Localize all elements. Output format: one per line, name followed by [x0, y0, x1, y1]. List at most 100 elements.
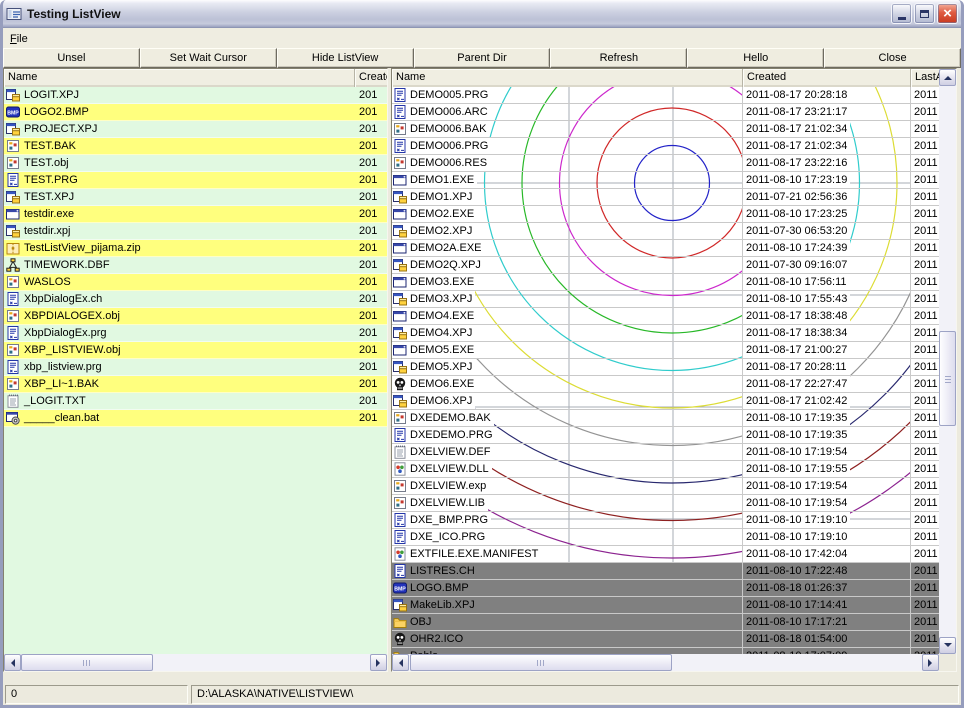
list-item[interactable]: DEMO006.ARC2011-08-17 23:21:172011 — [392, 104, 939, 121]
xpj-icon — [393, 224, 407, 238]
menu-file[interactable]: File — [3, 30, 35, 47]
close-listview-button[interactable]: Close — [824, 48, 961, 68]
file-created: 2011-08-10 17:22:48 — [743, 563, 850, 579]
left-horizontal-scrollbar[interactable] — [4, 654, 387, 671]
list-item[interactable]: DEMO1.EXE2011-08-10 17:23:192011 — [392, 172, 939, 189]
list-item[interactable]: _LOGIT.TXT201 — [4, 393, 387, 410]
list-item[interactable]: LOGIT.XPJ201 — [4, 87, 387, 104]
list-item[interactable]: TEST.obj201 — [4, 155, 387, 172]
list-item[interactable]: TIMEWORK.DBF201 — [4, 257, 387, 274]
list-item[interactable]: DXEDEMO.PRG2011-08-10 17:19:352011 — [392, 427, 939, 444]
list-item[interactable]: DEMO4.XPJ2011-08-17 18:38:342011 — [392, 325, 939, 342]
file-name: DEMO1.EXE — [407, 174, 474, 186]
list-item[interactable]: DXE_ICO.PRG2011-08-10 17:19:102011 — [392, 529, 939, 546]
list-item[interactable]: DEMO6.EXE2011-08-17 22:27:472011 — [392, 376, 939, 393]
list-item[interactable]: MakeLib.XPJ2011-08-10 17:14:412011 — [392, 597, 939, 614]
name-cell: DEMO3.EXE — [392, 274, 743, 290]
list-item[interactable]: _____clean.bat201 — [4, 410, 387, 427]
list-item[interactable]: BMPLOGO2.BMP201 — [4, 104, 387, 121]
exe-icon — [393, 309, 407, 323]
list-item[interactable]: LISTRES.CH2011-08-10 17:22:482011 — [392, 563, 939, 580]
list-item[interactable]: DXELVIEW.exp2011-08-10 17:19:542011 — [392, 478, 939, 495]
list-item[interactable]: DEMO2A.EXE2011-08-10 17:24:392011 — [392, 240, 939, 257]
file-last-access: 2011 — [911, 648, 939, 654]
list-item[interactable]: TEST.BAK201 — [4, 138, 387, 155]
close-button[interactable]: × — [937, 3, 958, 24]
file-name: DEMO5.XPJ — [407, 361, 472, 373]
scroll-left-button[interactable] — [4, 654, 21, 671]
column-header-created[interactable]: Created — [355, 69, 387, 87]
list-item[interactable]: EXTFILE.EXE.MANIFEST2011-08-10 17:42:042… — [392, 546, 939, 563]
xpj-icon — [393, 258, 407, 272]
list-item[interactable]: DEMO6.XPJ2011-08-17 21:02:422011 — [392, 393, 939, 410]
list-item[interactable]: DEMO1.XPJ2011-07-21 02:56:362011 — [392, 189, 939, 206]
name-cell-box: DXELVIEW.DEF — [392, 444, 493, 460]
list-item[interactable]: PROJECT.XPJ201 — [4, 121, 387, 138]
file-created: 201 — [355, 157, 377, 169]
file-name: LOGIT.XPJ — [20, 89, 355, 101]
scrollbar-thumb[interactable] — [939, 331, 956, 426]
scroll-right-button[interactable] — [922, 654, 939, 671]
list-item[interactable]: DEMO006.PRG2011-08-17 21:02:342011 — [392, 138, 939, 155]
set-wait-cursor-button[interactable]: Set Wait Cursor — [140, 48, 277, 68]
list-item[interactable]: OHR2.ICO2011-08-18 01:54:002011 — [392, 631, 939, 648]
scrollbar-thumb[interactable] — [21, 654, 153, 671]
list-item[interactable]: XbpDialogEx.ch201 — [4, 291, 387, 308]
list-item[interactable]: DEMO005.PRG2011-08-17 20:28:182011 — [392, 87, 939, 104]
list-item[interactable]: XbpDialogEx.prg201 — [4, 325, 387, 342]
refresh-button[interactable]: Refresh — [550, 48, 687, 68]
list-item[interactable]: TEST.XPJ201 — [4, 189, 387, 206]
list-item[interactable]: DXELVIEW.LIB2011-08-10 17:19:542011 — [392, 495, 939, 512]
list-item[interactable]: DXELVIEW.DLL2011-08-10 17:19:552011 — [392, 461, 939, 478]
list-item[interactable]: DXEDEMO.BAK2011-08-10 17:19:352011 — [392, 410, 939, 427]
list-item[interactable]: DEMO4.EXE2011-08-17 18:38:482011 — [392, 308, 939, 325]
list-item[interactable]: testdir.xpj201 — [4, 223, 387, 240]
list-item[interactable]: XBP_LI~1.BAK201 — [4, 376, 387, 393]
list-item[interactable]: DEMO2Q.XPJ2011-07-30 09:16:072011 — [392, 257, 939, 274]
unsel-button[interactable]: Unsel — [3, 48, 140, 68]
list-item[interactable]: DEMO3.EXE2011-08-10 17:56:112011 — [392, 274, 939, 291]
list-item[interactable]: DXE_BMP.PRG2011-08-10 17:19:102011 — [392, 512, 939, 529]
hide-listview-button[interactable]: Hide ListView — [277, 48, 414, 68]
scrollbar-thumb[interactable] — [410, 654, 672, 671]
file-last-access: 2011 — [911, 121, 939, 137]
list-item[interactable]: DXELVIEW.DEF2011-08-10 17:19:542011 — [392, 444, 939, 461]
column-header-name[interactable]: Name — [392, 69, 743, 87]
minimize-button[interactable] — [891, 3, 912, 24]
column-header-name[interactable]: Name — [4, 69, 355, 87]
right-vertical-scrollbar[interactable] — [939, 69, 956, 654]
name-cell-box: DEMO2A.EXE — [392, 240, 485, 256]
list-item[interactable]: BMPLOGO.BMP2011-08-18 01:26:372011 — [392, 580, 939, 597]
titlebar[interactable]: Testing ListView × — [0, 0, 964, 28]
scroll-left-button[interactable] — [392, 654, 409, 671]
scroll-down-button[interactable] — [939, 637, 956, 654]
column-header-created[interactable]: Created — [743, 69, 911, 87]
list-item[interactable]: DEMO2.XPJ2011-07-30 06:53:202011 — [392, 223, 939, 240]
list-item[interactable]: WASLOS201 — [4, 274, 387, 291]
right-horizontal-scrollbar[interactable] — [392, 654, 939, 671]
list-item[interactable]: DEMO006.RES2011-08-17 23:22:162011 — [392, 155, 939, 172]
maximize-button[interactable] — [914, 3, 935, 24]
scroll-up-button[interactable] — [939, 69, 956, 86]
list-item[interactable]: TEST.PRG201 — [4, 172, 387, 189]
xpj-icon — [393, 360, 407, 374]
file-created: 2011-08-10 17:24:39 — [743, 240, 850, 256]
column-header-last-access[interactable]: LastAccess — [911, 69, 939, 87]
list-item[interactable]: DEMO5.XPJ2011-08-17 20:28:112011 — [392, 359, 939, 376]
list-item[interactable]: Pablo2011-08-10 17:07:092011 — [392, 648, 939, 654]
list-item[interactable]: OBJ2011-08-10 17:17:212011 — [392, 614, 939, 631]
list-item[interactable]: DEMO3.XPJ2011-08-10 17:55:432011 — [392, 291, 939, 308]
list-item[interactable]: XBPDIALOGEX.obj201 — [4, 308, 387, 325]
list-item[interactable]: XBP_LISTVIEW.obj201 — [4, 342, 387, 359]
parent-dir-button[interactable]: Parent Dir — [414, 48, 551, 68]
list-item[interactable]: TestListView_pijama.zip201 — [4, 240, 387, 257]
hello-button[interactable]: Hello — [687, 48, 824, 68]
list-item[interactable]: testdir.exe201 — [4, 206, 387, 223]
created-cell: 2011-08-17 21:02:34 — [743, 121, 911, 137]
list-item[interactable]: xbp_listview.prg201 — [4, 359, 387, 376]
name-cell: DXELVIEW.DEF — [392, 444, 743, 460]
list-item[interactable]: DEMO006.BAK2011-08-17 21:02:342011 — [392, 121, 939, 138]
scroll-right-button[interactable] — [370, 654, 387, 671]
list-item[interactable]: DEMO5.EXE2011-08-17 21:00:272011 — [392, 342, 939, 359]
list-item[interactable]: DEMO2.EXE2011-08-10 17:23:252011 — [392, 206, 939, 223]
